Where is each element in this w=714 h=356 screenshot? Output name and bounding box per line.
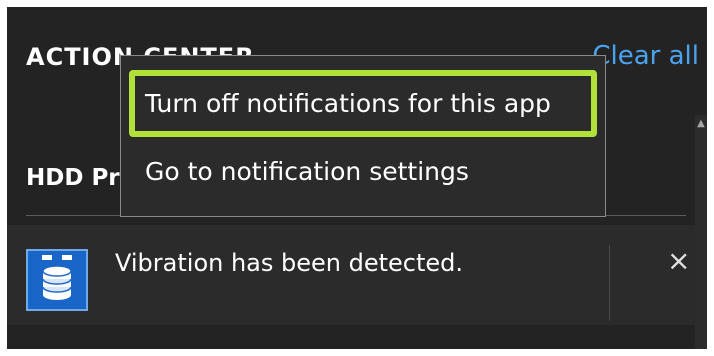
scroll-up-arrow-icon[interactable]: ▲	[695, 115, 707, 133]
notification-card[interactable]: Vibration has been detected. ×	[7, 225, 695, 325]
notification-divider	[609, 245, 610, 321]
close-icon[interactable]: ×	[667, 247, 690, 275]
action-center-panel: ACTION CENTER Clear all HDD Protection ▲…	[7, 7, 707, 349]
clear-all-link[interactable]: Clear all	[592, 41, 699, 71]
notification-message: Vibration has been detected.	[115, 249, 464, 277]
menu-item-turn-off-notifications[interactable]: Turn off notifications for this app	[129, 70, 597, 137]
hdd-stack-icon	[26, 249, 88, 311]
notification-context-menu: Turn off notifications for this app Go t…	[120, 55, 606, 217]
menu-item-notification-settings[interactable]: Go to notification settings	[145, 150, 469, 194]
scrollbar[interactable]	[695, 115, 707, 349]
